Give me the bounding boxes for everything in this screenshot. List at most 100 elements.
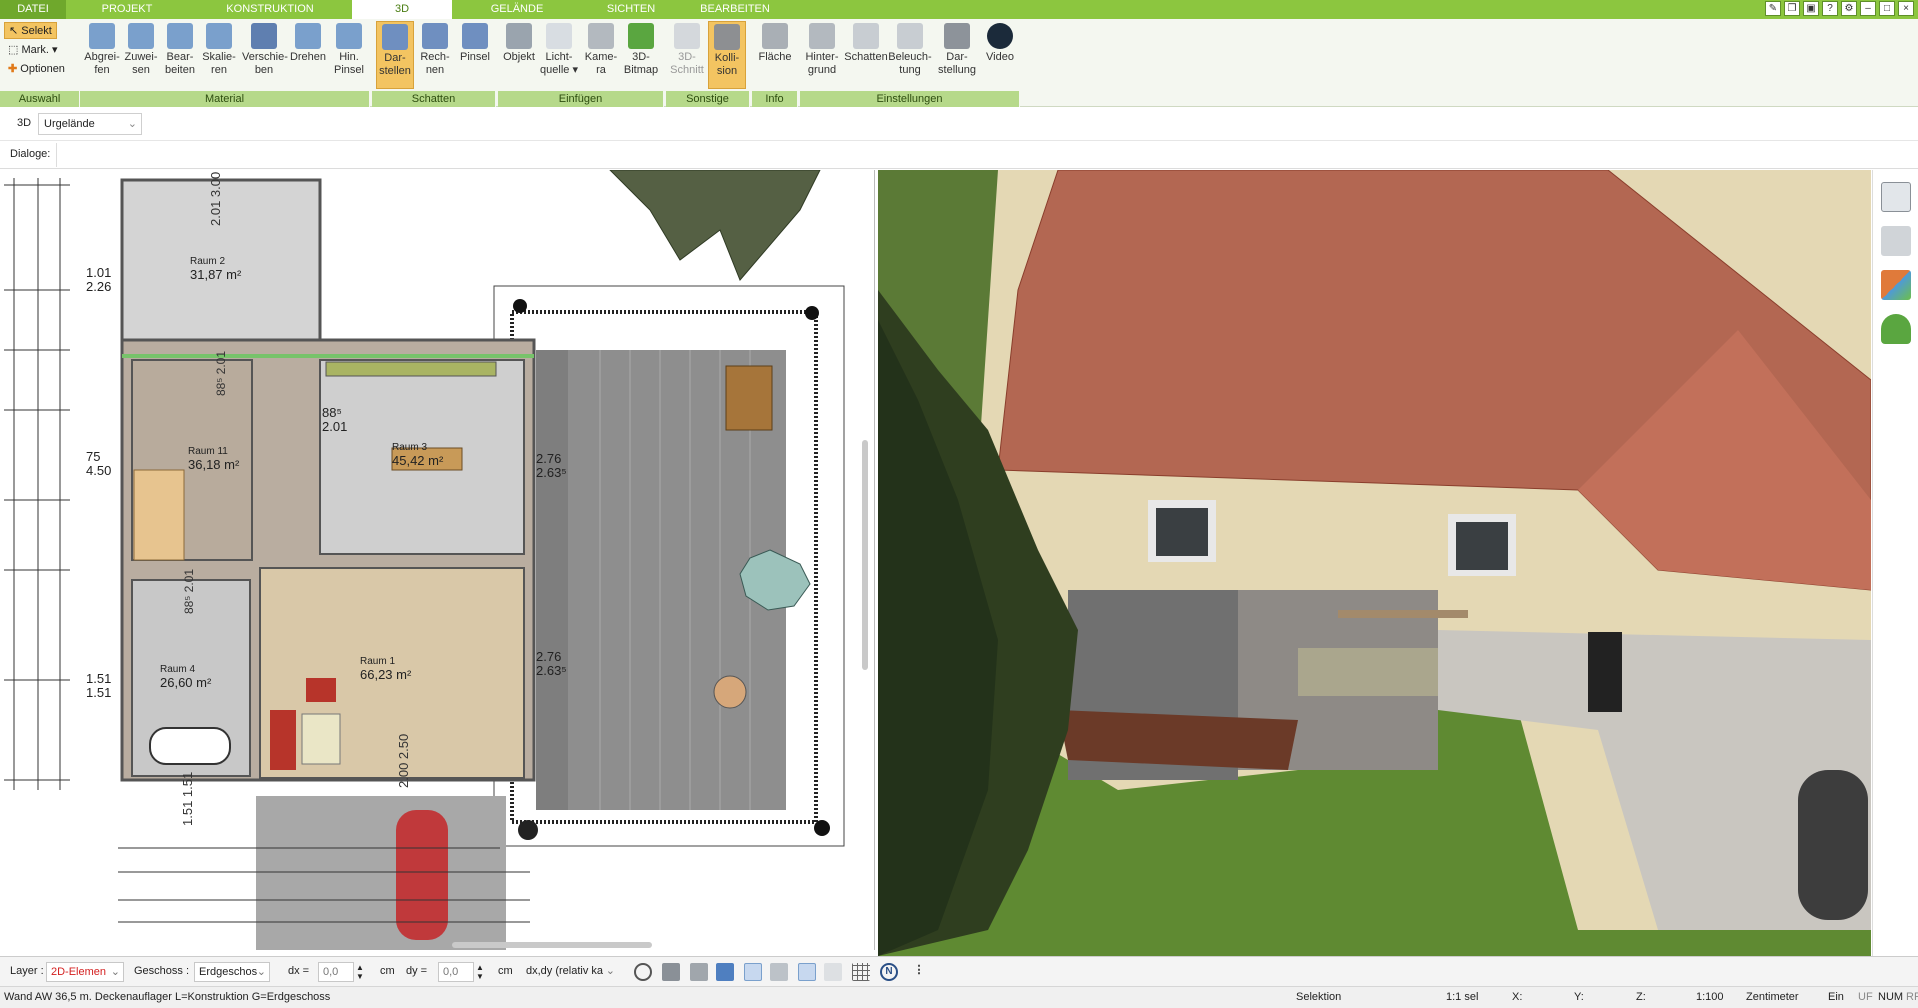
layers-icon[interactable]	[1880, 182, 1911, 212]
settings-icon[interactable]: ⚙	[1841, 1, 1857, 16]
lichtquelle-button[interactable]: Licht-quelle ▾	[540, 21, 578, 89]
mark-label: Mark.	[21, 44, 49, 56]
layer-select[interactable]: 2D-Elemen ⌄	[46, 962, 124, 982]
minimize-icon[interactable]: –	[1860, 1, 1876, 16]
brush-icon	[336, 23, 362, 49]
snap-object-icon[interactable]	[798, 963, 816, 981]
grid-icon[interactable]	[852, 963, 870, 981]
status-y: Y:	[1574, 991, 1584, 1003]
hin-pinsel-button[interactable]: Hin. Pinsel	[330, 21, 368, 89]
restore-icon[interactable]: ❐	[1784, 1, 1800, 16]
beleuchtung-button[interactable]: Beleuch-tung	[888, 21, 932, 89]
monitor-icon	[944, 23, 970, 49]
more-icon[interactable]: ⋮	[910, 963, 928, 981]
snap-line-icon[interactable]	[744, 963, 762, 981]
left-dimension-lines	[4, 178, 70, 790]
rotate-icon	[295, 23, 321, 49]
chair-catalog-icon[interactable]	[1880, 226, 1911, 256]
dialog-bar-divider	[56, 143, 57, 167]
tab-projekt[interactable]: PROJEKT	[66, 0, 188, 19]
cube-icon	[382, 24, 408, 50]
dy-stepper-icon[interactable]: ▲ ▼	[476, 963, 484, 981]
horizontal-scrollbar[interactable]	[452, 942, 652, 948]
staircase	[133, 469, 185, 561]
terrain-select[interactable]: Urgelände ⌄	[38, 113, 142, 135]
3d-view[interactable]	[878, 170, 1871, 956]
pinsel-button[interactable]: Pinsel	[456, 21, 494, 89]
optionen-button[interactable]: ✚ Optionen	[4, 61, 69, 78]
group-einstellungen: Hinter-grund Schatten Beleuch-tung Dar-s…	[800, 19, 1020, 107]
verschieben-button[interactable]: Verschie-ben	[242, 21, 288, 89]
shrub	[513, 299, 527, 313]
tab-sichten[interactable]: SICHTEN	[582, 0, 680, 19]
help-icon[interactable]: ?	[1822, 1, 1838, 16]
terrain-select-value: Urgelände	[44, 118, 95, 130]
dimension-label: 75 4.50	[86, 449, 112, 478]
vertical-scrollbar[interactable]	[862, 440, 868, 670]
tree-icon	[628, 23, 654, 49]
rechnen-button[interactable]: Rech-nen	[416, 21, 454, 89]
3d-bitmap-button[interactable]: 3D- Bitmap	[622, 21, 660, 89]
kollision-button[interactable]: Kolli-sion	[708, 21, 746, 89]
layer-label: Layer :	[10, 965, 44, 977]
hintergrund-button[interactable]: Hinter-grund	[800, 21, 844, 89]
coordinate-mode-select[interactable]: dx,dy (relativ ka ⌄	[522, 962, 618, 982]
shrub	[518, 820, 538, 840]
video-button[interactable]: Video	[980, 21, 1020, 89]
status-uf: UF	[1858, 991, 1873, 1003]
close-icon[interactable]: ×	[1898, 1, 1914, 16]
pin-icon[interactable]: ✎	[1765, 1, 1781, 16]
status-mode: Selektion	[1296, 991, 1342, 1003]
coffee-table	[301, 713, 341, 765]
geschoss-label: Geschoss :	[134, 965, 190, 977]
ribbon-tab-strip: DATEI PROJEKT KONSTRUKTION 3D GELÄNDE SI…	[0, 0, 1918, 21]
document-icon[interactable]	[716, 963, 734, 981]
bearbeiten-button[interactable]: Bear-beiten	[161, 21, 199, 89]
group-label: Material	[80, 91, 370, 107]
geschoss-select[interactable]: Erdgeschos ⌄	[194, 962, 270, 982]
schatten-button[interactable]: Schatten	[844, 21, 888, 89]
dy-input[interactable]: 0,0	[438, 962, 474, 982]
dx-stepper-icon[interactable]: ▲ ▼	[356, 963, 364, 981]
fill-icon[interactable]	[824, 963, 842, 981]
tab-datei[interactable]: DATEI	[0, 0, 66, 19]
optionen-label: Optionen	[20, 63, 65, 75]
abgreifen-button[interactable]: Abgrei-fen	[83, 21, 121, 89]
objekt-button[interactable]: Objekt	[500, 21, 538, 89]
house-shadow-icon	[853, 23, 879, 49]
plant-catalog-icon[interactable]	[1880, 314, 1911, 344]
selekt-button[interactable]: ↖ Selekt	[4, 22, 57, 39]
walk-icon[interactable]	[690, 963, 708, 981]
dimension-label: 1.01 2.26	[86, 265, 112, 294]
cursor-icon: ↖	[9, 25, 19, 37]
flaeche-button[interactable]: Fläche	[756, 21, 794, 89]
drehen-button[interactable]: Drehen	[288, 21, 328, 89]
darstellung-button[interactable]: Dar-stellung	[934, 21, 980, 89]
dimension-label: 2.01 3.00	[208, 171, 223, 226]
monitor-icon[interactable]	[662, 963, 680, 981]
layout-icon[interactable]: ▣	[1803, 1, 1819, 16]
zuweisen-button[interactable]: Zuwei-sen	[122, 21, 160, 89]
materials-icon[interactable]	[1880, 270, 1911, 300]
tab-gelaende[interactable]: GELÄNDE	[452, 0, 582, 19]
darstellen-button[interactable]: Dar-stellen	[376, 21, 414, 89]
skalieren-button[interactable]: Skalie-ren	[200, 21, 238, 89]
dx-input[interactable]: 0,0	[318, 962, 354, 982]
floor-plan-view[interactable]: Raum 2 31,87 m² Raum 11 36,18 m² Raum 3 45,…	[0, 170, 875, 950]
status-selection: 1:1 sel	[1446, 991, 1479, 1003]
plus-icon: ✚	[8, 63, 18, 75]
tab-bearbeiten[interactable]: BEARBEITEN	[680, 0, 790, 19]
3d-schnitt-button[interactable]: 3D- Schnitt	[668, 21, 706, 89]
tab-konstruktion[interactable]: KONSTRUKTION	[188, 0, 352, 19]
kamera-button[interactable]: Kame-ra	[582, 21, 620, 89]
mark-button[interactable]: ⬚ Mark. ▾	[4, 42, 62, 59]
clock-icon[interactable]	[634, 963, 652, 981]
chevron-down-icon: ⌄	[127, 118, 137, 130]
snap-point-icon[interactable]	[770, 963, 788, 981]
north-icon[interactable]: N	[880, 963, 898, 981]
shrub	[805, 306, 819, 320]
tab-3d[interactable]: 3D	[352, 0, 452, 21]
maximize-icon[interactable]: □	[1879, 1, 1895, 16]
dy-unit: cm	[498, 965, 513, 977]
edit-material-icon	[167, 23, 193, 49]
